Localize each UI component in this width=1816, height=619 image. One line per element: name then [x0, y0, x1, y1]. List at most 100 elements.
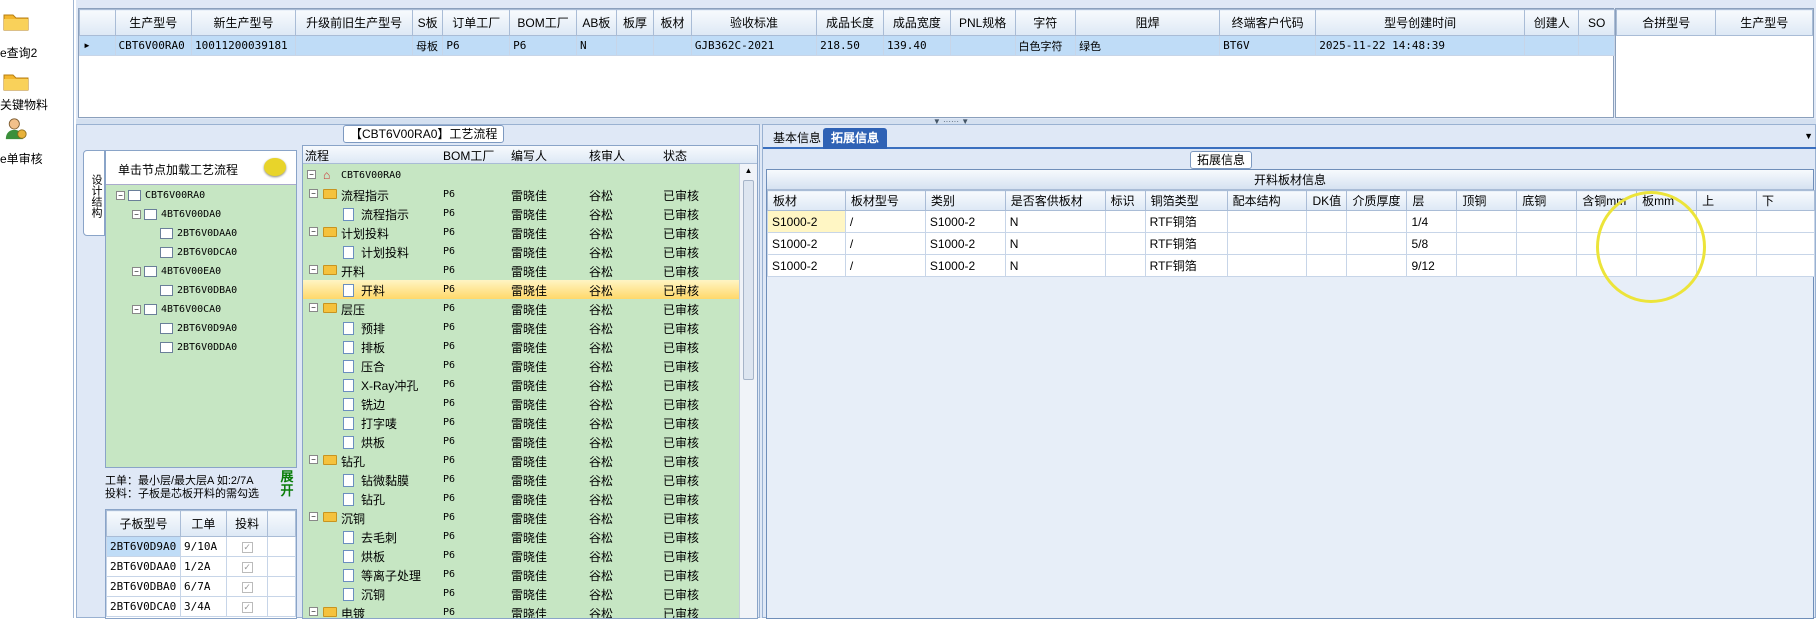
col-header[interactable]: 成品宽度 — [882, 9, 951, 36]
col-header[interactable]: 板材 — [653, 9, 692, 36]
cell[interactable] — [1226, 254, 1308, 277]
cell[interactable] — [1696, 210, 1757, 233]
cell[interactable]: / — [844, 232, 926, 255]
cell[interactable] — [1456, 210, 1518, 233]
flow-row[interactable]: − 层压 P6 雷晓佳 谷松 已审核 — [303, 299, 739, 318]
col-header[interactable]: 生产型号 — [114, 9, 192, 36]
col-header[interactable]: 订单工厂 — [442, 9, 511, 36]
tree-node[interactable]: −4BT6V00DA0 — [132, 209, 221, 220]
flow-row[interactable]: 排板 P6 雷晓佳 谷松 已审核 — [303, 337, 739, 356]
cell[interactable]: N — [1004, 254, 1106, 277]
tab-basic-info[interactable]: 基本信息 — [765, 128, 829, 149]
flow-row[interactable]: 打字唛 P6 雷晓佳 谷松 已审核 — [303, 413, 739, 432]
nav-item-query2[interactable]: e查询2 — [0, 4, 74, 60]
cell[interactable] — [1346, 254, 1408, 277]
col-header[interactable]: 工单 — [179, 510, 227, 537]
col-header[interactable]: 配本结构 — [1226, 190, 1308, 211]
col-header[interactable]: 上 — [1696, 190, 1757, 211]
col-header[interactable]: 板材 — [767, 190, 846, 211]
col-header[interactable]: 生产型号 — [1715, 9, 1813, 36]
feed-checkbox[interactable]: ✓ — [225, 536, 269, 557]
table-row[interactable]: 2BT6V0DCA0 3/4A ✓ — [106, 596, 296, 617]
col-header[interactable]: 流程 — [305, 147, 329, 164]
scroll-thumb[interactable] — [743, 180, 754, 380]
tree-node[interactable]: − CBT6V00RA0 — [116, 190, 205, 201]
col-header[interactable]: 板材型号 — [844, 190, 926, 211]
cell[interactable]: 5/8 — [1406, 232, 1458, 255]
col-header[interactable]: 型号创建时间 — [1315, 9, 1526, 36]
col-header[interactable]: 下 — [1755, 190, 1816, 211]
table-row[interactable]: ► CBT6V00RA0 10011200039181 母板 P6 P6 N G… — [79, 35, 1615, 56]
cell[interactable]: S1000-2 — [924, 210, 1006, 233]
cell[interactable] — [1306, 232, 1348, 255]
cell[interactable]: N — [1004, 210, 1106, 233]
flow-row[interactable]: 流程指示 P6 雷晓佳 谷松 已审核 — [303, 204, 739, 223]
cell[interactable] — [1306, 210, 1348, 233]
tree-node[interactable]: 2BT6V0DDA0 — [160, 342, 237, 353]
col-header[interactable]: 底铜 — [1516, 190, 1578, 211]
cell[interactable]: RTF铜箔 — [1144, 210, 1228, 233]
tree-node[interactable]: 2BT6V0DCA0 — [160, 247, 237, 258]
col-header[interactable]: AB板 — [575, 9, 617, 36]
col-header[interactable]: 字符 — [1014, 9, 1077, 36]
col-header[interactable]: 升级前旧生产型号 — [295, 9, 414, 36]
table-row[interactable]: 2BT6V0DBA0 6/7A ✓ — [106, 576, 296, 597]
cell[interactable] — [1346, 232, 1408, 255]
tree-node[interactable]: 2BT6V0DBA0 — [160, 285, 237, 296]
col-header[interactable]: 终端客户代码 — [1219, 9, 1317, 36]
cell[interactable] — [1306, 254, 1348, 277]
flow-row[interactable]: − 计划投料 P6 雷晓佳 谷松 已审核 — [303, 223, 739, 242]
flow-row[interactable]: 计划投料 P6 雷晓佳 谷松 已审核 — [303, 242, 739, 261]
dropdown-arrow-icon[interactable]: ▼ — [1804, 131, 1813, 141]
col-header[interactable]: 状态 — [663, 147, 687, 164]
vertical-scrollbar[interactable]: ▲ — [739, 164, 757, 618]
tab-design-structure[interactable]: 设计结构 — [83, 150, 105, 236]
col-header[interactable]: BOM工厂 — [443, 147, 494, 164]
tree-node[interactable]: −4BT6V00CA0 — [132, 304, 221, 315]
col-header[interactable]: 新生产型号 — [190, 9, 297, 36]
col-header[interactable]: 层 — [1406, 190, 1458, 211]
flow-row[interactable]: 开料 P6 雷晓佳 谷松 已审核 — [303, 280, 739, 299]
flow-row[interactable]: 钻孔 P6 雷晓佳 谷松 已审核 — [303, 489, 739, 508]
col-header[interactable]: 铜箔类型 — [1144, 190, 1228, 211]
cell[interactable] — [1456, 254, 1518, 277]
cell[interactable]: S1000-2 — [924, 254, 1006, 277]
col-header[interactable]: S板 — [412, 9, 444, 36]
table-row[interactable]: 2BT6V0D9A0 9/10A ✓ — [106, 536, 296, 557]
flow-row[interactable]: − 沉铜 P6 雷晓佳 谷松 已审核 — [303, 508, 739, 527]
flow-row[interactable]: 钻微黏膜 P6 雷晓佳 谷松 已审核 — [303, 470, 739, 489]
flow-row[interactable]: 铣边 P6 雷晓佳 谷松 已审核 — [303, 394, 739, 413]
cell[interactable] — [1346, 210, 1408, 233]
col-header[interactable]: 核审人 — [589, 147, 625, 164]
cell[interactable] — [1104, 254, 1146, 277]
flow-row[interactable]: − 流程指示 P6 雷晓佳 谷松 已审核 — [303, 185, 739, 204]
cell[interactable] — [1226, 232, 1308, 255]
col-header[interactable]: 投料 — [225, 510, 269, 537]
expand-button[interactable]: 展开 — [277, 470, 297, 504]
flow-row[interactable]: 去毛刺 P6 雷晓佳 谷松 已审核 — [303, 527, 739, 546]
cell[interactable] — [1104, 232, 1146, 255]
col-header[interactable]: 顶铜 — [1456, 190, 1518, 211]
flow-row[interactable]: 压合 P6 雷晓佳 谷松 已审核 — [303, 356, 739, 375]
cell[interactable]: N — [1004, 232, 1106, 255]
tab-extended-info[interactable]: 拓展信息 — [823, 128, 888, 149]
col-header[interactable]: PNL规格 — [949, 9, 1016, 36]
col-header[interactable]: 子板型号 — [106, 510, 181, 537]
col-header[interactable]: 是否客供板材 — [1004, 190, 1106, 211]
col-header[interactable]: DK值 — [1306, 190, 1348, 211]
flow-row[interactable]: − 电镀 P6 雷晓佳 谷松 已审核 — [303, 603, 739, 618]
cell[interactable] — [1696, 254, 1757, 277]
cell[interactable]: S1000-2 — [767, 254, 846, 277]
cell[interactable]: 1/4 — [1406, 210, 1458, 233]
flow-row[interactable]: 沉铜 P6 雷晓佳 谷松 已审核 — [303, 584, 739, 603]
col-header[interactable]: 板厚 — [615, 9, 655, 36]
table-row[interactable]: 2BT6V0DAA0 1/2A ✓ — [106, 556, 296, 577]
col-header[interactable]: 阻焊 — [1075, 9, 1221, 36]
tree-node[interactable]: 2BT6V0D9A0 — [160, 323, 237, 334]
col-header[interactable]: 合拼型号 — [1615, 9, 1717, 36]
flow-row[interactable]: 预排 P6 雷晓佳 谷松 已审核 — [303, 318, 739, 337]
nav-item-order-review[interactable]: e单审核 — [0, 116, 74, 166]
col-header[interactable]: 类别 — [924, 190, 1006, 211]
col-header[interactable]: SO — [1578, 9, 1615, 36]
col-header[interactable]: 标识 — [1104, 190, 1146, 211]
